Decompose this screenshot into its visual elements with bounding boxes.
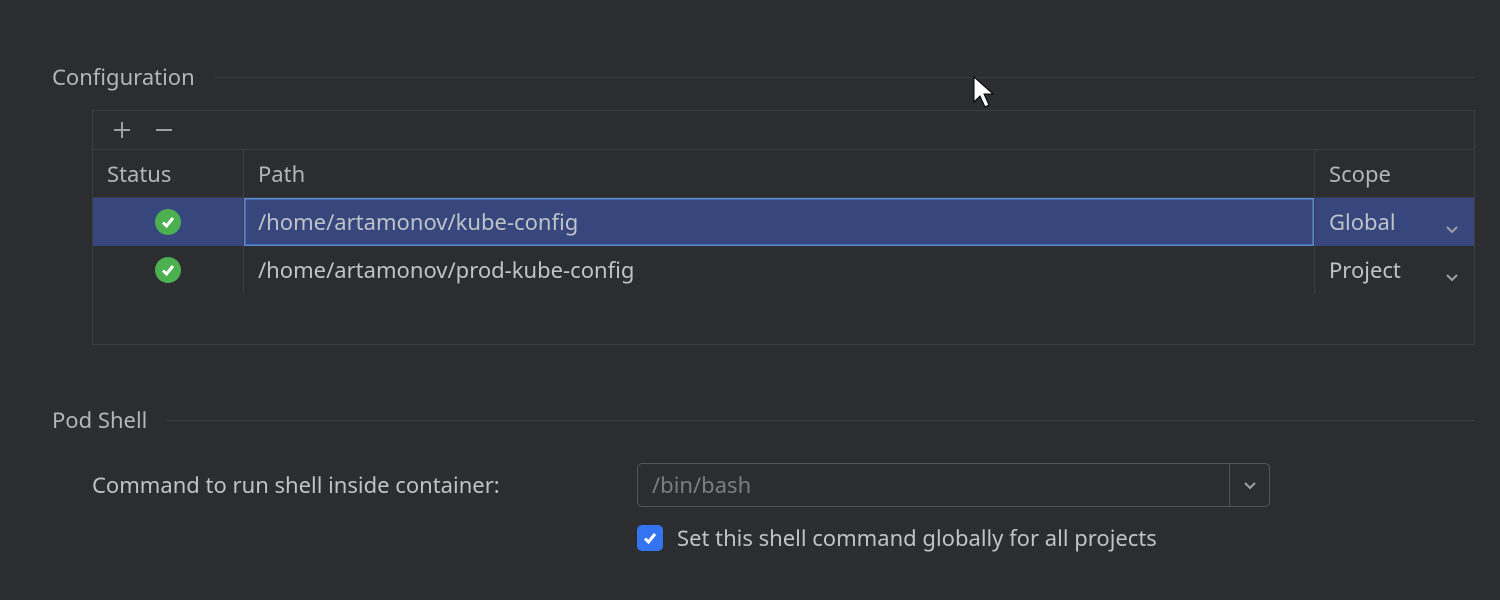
- chevron-down-icon: [1444, 214, 1460, 230]
- path-cell[interactable]: /home/artamonov/kube-config: [243, 198, 1314, 246]
- scope-cell[interactable]: Project: [1314, 246, 1474, 294]
- col-status: Status: [93, 150, 243, 197]
- status-cell: [93, 198, 243, 246]
- configuration-toolbar: [93, 111, 1474, 150]
- command-label: Command to run shell inside container:: [92, 470, 637, 500]
- pod-shell-title: Pod Shell: [52, 405, 147, 435]
- scope-text: Project: [1329, 255, 1401, 285]
- configuration-title: Configuration: [52, 62, 195, 92]
- divider: [215, 77, 1475, 78]
- chevron-down-icon: [1444, 262, 1460, 278]
- table-header: Status Path Scope: [93, 150, 1474, 198]
- status-ok-icon: [155, 257, 181, 283]
- command-combo: [637, 463, 1270, 507]
- global-checkbox-label: Set this shell command globally for all …: [677, 523, 1157, 553]
- table-row[interactable]: /home/artamonov/kube-config Global: [93, 198, 1474, 246]
- divider: [167, 420, 1475, 421]
- path-cell[interactable]: /home/artamonov/prod-kube-config: [243, 246, 1314, 294]
- global-checkbox[interactable]: [637, 525, 663, 551]
- col-scope: Scope: [1314, 150, 1474, 197]
- configuration-panel: Status Path Scope /home/artamonov/kube-c…: [92, 110, 1475, 345]
- pod-shell-section-header: Pod Shell: [52, 405, 1475, 435]
- scope-text: Global: [1329, 207, 1396, 237]
- path-text: /home/artamonov/kube-config: [258, 207, 578, 237]
- table-row[interactable]: /home/artamonov/prod-kube-config Project: [93, 246, 1474, 294]
- status-cell: [93, 246, 243, 294]
- command-dropdown-button[interactable]: [1229, 464, 1269, 506]
- scope-cell[interactable]: Global: [1314, 198, 1474, 246]
- global-checkbox-row: Set this shell command globally for all …: [637, 523, 1270, 553]
- pod-shell-form: Command to run shell inside container: S…: [92, 463, 1270, 553]
- status-ok-icon: [155, 209, 181, 235]
- path-text: /home/artamonov/prod-kube-config: [258, 255, 634, 285]
- col-path: Path: [243, 150, 1314, 197]
- configuration-section-header: Configuration: [52, 62, 1475, 92]
- configuration-table: Status Path Scope /home/artamonov/kube-c…: [93, 150, 1474, 344]
- command-input[interactable]: [638, 464, 1229, 506]
- remove-icon[interactable]: [153, 119, 175, 141]
- add-icon[interactable]: [111, 119, 133, 141]
- table-empty-space: [93, 294, 1474, 344]
